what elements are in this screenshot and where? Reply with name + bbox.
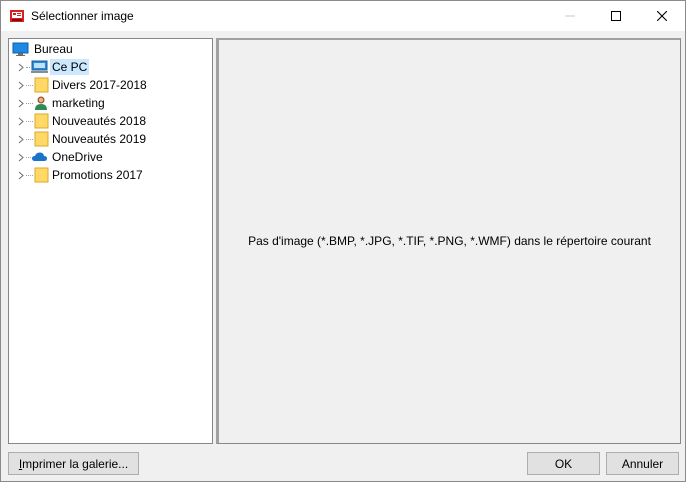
no-image-message: Pas d'image (*.BMP, *.JPG, *.TIF, *.PNG,…: [248, 234, 651, 248]
folder-icon: [34, 113, 49, 129]
print-gallery-label: mprimer la galerie...: [22, 456, 129, 471]
tree-connector: [26, 121, 33, 122]
cloud-icon: [32, 152, 47, 161]
tree-item-label: OneDrive: [52, 150, 103, 164]
tree-item-marketing[interactable]: marketing: [9, 94, 209, 112]
tree-item-ce-pc[interactable]: Ce PC: [9, 58, 209, 76]
expand-chevron-icon[interactable]: [16, 58, 26, 76]
folder-icon: [34, 131, 49, 147]
tree-item-divers-2017-2018[interactable]: Divers 2017-2018: [9, 76, 209, 94]
tree-item-label: marketing: [52, 96, 105, 110]
tree-root-bureau[interactable]: Bureau: [9, 40, 209, 58]
title-bar: Sélectionner image: [1, 1, 685, 31]
print-gallery-button[interactable]: Imprimer la galerie...: [8, 452, 139, 475]
tree-item-label: Nouveautés 2019: [52, 132, 147, 146]
tree-connector: [26, 85, 33, 86]
close-button[interactable]: [639, 1, 685, 31]
image-preview-pane: Pas d'image (*.BMP, *.JPG, *.TIF, *.PNG,…: [216, 38, 681, 444]
tree-connector: [26, 67, 30, 68]
tree-item-label: Nouveautés 2018: [52, 114, 147, 128]
folder-tree[interactable]: Bureau Ce PC Divers 2017-2018 marketing …: [8, 38, 213, 444]
expand-chevron-icon[interactable]: [16, 148, 26, 166]
desktop-icon: [12, 42, 29, 56]
maximize-button[interactable]: [593, 1, 639, 31]
computer-icon: [31, 60, 48, 73]
tree-item-nouveautes-2019[interactable]: Nouveautés 2019: [9, 130, 209, 148]
tree-item-nouveautes-2018[interactable]: Nouveautés 2018: [9, 112, 209, 130]
expand-chevron-icon[interactable]: [16, 130, 26, 148]
expand-chevron-icon[interactable]: [16, 112, 26, 130]
tree-item-promotions-2017[interactable]: Promotions 2017: [9, 166, 209, 184]
folder-icon: [34, 77, 49, 93]
ok-button[interactable]: OK: [527, 452, 600, 475]
app-icon: [10, 10, 24, 22]
tree-root-label: Bureau: [34, 42, 73, 56]
cancel-button[interactable]: Annuler: [606, 452, 679, 475]
tree-connector: [26, 139, 33, 140]
select-image-dialog: Sélectionner image Bureau Ce PC Divers 2…: [0, 0, 686, 482]
tree-item-label: Divers 2017-2018: [52, 78, 147, 92]
folder-icon: [34, 167, 49, 183]
tree-connector: [26, 175, 33, 176]
minimize-icon: [565, 15, 575, 17]
expand-chevron-icon[interactable]: [16, 94, 26, 112]
close-icon: [657, 11, 667, 21]
maximize-icon: [611, 11, 621, 21]
expand-chevron-icon[interactable]: [16, 166, 26, 184]
tree-item-label: Promotions 2017: [52, 168, 143, 182]
tree-item-onedrive[interactable]: OneDrive: [9, 148, 209, 166]
user-icon: [35, 96, 47, 110]
expand-chevron-icon[interactable]: [16, 76, 26, 94]
window-title: Sélectionner image: [31, 9, 134, 23]
tree-connector: [26, 103, 33, 104]
tree-item-label: Ce PC: [50, 59, 90, 75]
minimize-button[interactable]: [547, 1, 593, 31]
